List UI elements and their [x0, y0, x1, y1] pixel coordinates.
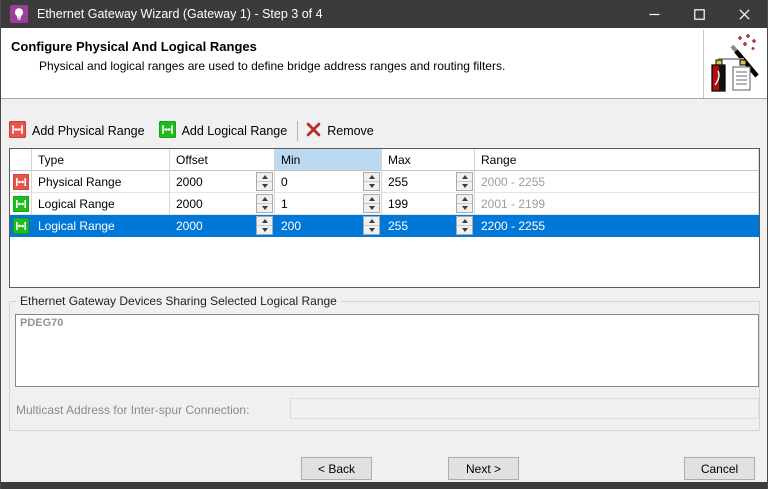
page-title: Configure Physical And Logical Ranges	[11, 39, 257, 54]
spin-down-button[interactable]	[257, 226, 272, 234]
table-row[interactable]: Logical Range 2000 1 199 2001 - 2199	[10, 193, 759, 215]
physical-range-icon	[10, 171, 32, 193]
header-max[interactable]: Max	[382, 149, 475, 171]
maximize-button[interactable]	[677, 0, 722, 28]
magic-wand-icon	[703, 30, 763, 98]
add-logical-range-label: Add Logical Range	[181, 124, 288, 138]
max-spinner	[456, 172, 473, 191]
spin-down-button[interactable]	[457, 204, 472, 212]
offset-value: 2000	[176, 218, 203, 233]
devices-list[interactable]: PDEG70	[15, 314, 759, 387]
wizard-page-header: Configure Physical And Logical Ranges Ph…	[1, 28, 767, 99]
spin-up-button[interactable]	[457, 195, 472, 204]
spin-up-button[interactable]	[364, 173, 379, 182]
table-header-row: Type Offset Min Max Range	[10, 149, 759, 171]
close-button[interactable]	[722, 0, 767, 28]
type-cell: Logical Range	[32, 215, 170, 237]
range-toolbar: Add Physical Range Add Logical Range Rem…	[1, 114, 767, 148]
min-value: 0	[281, 174, 288, 189]
header-icon-column[interactable]	[10, 149, 32, 171]
min-cell[interactable]: 0	[275, 171, 382, 193]
header-type[interactable]: Type	[32, 149, 170, 171]
offset-cell[interactable]: 2000	[170, 171, 275, 193]
table-row[interactable]: Physical Range 2000 0 255 2000 - 2255	[10, 171, 759, 193]
max-cell[interactable]: 199	[382, 193, 475, 215]
logical-range-icon	[10, 215, 32, 237]
devices-groupbox: Ethernet Gateway Devices Sharing Selecte…	[9, 294, 760, 431]
header-range[interactable]: Range	[475, 149, 759, 171]
spin-up-button[interactable]	[257, 217, 272, 226]
spin-down-button[interactable]	[257, 204, 272, 212]
min-spinner	[363, 194, 380, 213]
toolbar-separator	[297, 121, 299, 141]
spin-down-button[interactable]	[364, 226, 379, 234]
window-title: Ethernet Gateway Wizard (Gateway 1) - St…	[37, 7, 323, 21]
max-spinner	[456, 216, 473, 235]
offset-value: 2000	[176, 196, 203, 211]
range-cell: 2001 - 2199	[481, 196, 546, 211]
max-cell[interactable]: 255	[382, 171, 475, 193]
min-spinner	[363, 172, 380, 191]
spin-down-button[interactable]	[364, 182, 379, 190]
physical-range-icon	[8, 120, 27, 141]
spin-down-button[interactable]	[457, 182, 472, 190]
multicast-address-label: Multicast Address for Inter-spur Connect…	[16, 403, 250, 417]
add-physical-range-button[interactable]: Add Physical Range	[8, 118, 151, 144]
window-bottom-border	[1, 482, 767, 489]
next-button[interactable]: Next >	[448, 457, 519, 480]
min-cell[interactable]: 1	[275, 193, 382, 215]
header-offset[interactable]: Offset	[170, 149, 275, 171]
min-value: 1	[281, 196, 288, 211]
spin-down-button[interactable]	[364, 204, 379, 212]
wizard-window: Ethernet Gateway Wizard (Gateway 1) - St…	[0, 0, 768, 489]
logical-range-icon	[10, 193, 32, 215]
max-spinner	[456, 194, 473, 213]
offset-value: 2000	[176, 174, 203, 189]
add-logical-range-button[interactable]: Add Logical Range	[158, 118, 294, 144]
header-min[interactable]: Min	[275, 149, 382, 171]
offset-spinner	[256, 194, 273, 213]
range-cell: 2200 - 2255	[481, 218, 546, 233]
spin-down-button[interactable]	[457, 226, 472, 234]
remove-button[interactable]: Remove	[306, 119, 380, 143]
offset-spinner	[256, 172, 273, 191]
max-cell[interactable]: 255	[382, 215, 475, 237]
range-cell: 2000 - 2255	[481, 174, 546, 189]
multicast-address-field	[290, 398, 759, 419]
cancel-button[interactable]: Cancel	[684, 457, 755, 480]
spin-up-button[interactable]	[457, 173, 472, 182]
type-cell: Logical Range	[32, 193, 170, 215]
max-value: 255	[388, 218, 409, 233]
min-spinner	[363, 216, 380, 235]
type-cell: Physical Range	[32, 171, 170, 193]
logical-range-icon	[158, 120, 177, 141]
max-value: 199	[388, 196, 409, 211]
spin-up-button[interactable]	[364, 217, 379, 226]
min-cell[interactable]: 200	[275, 215, 382, 237]
ranges-table: Type Offset Min Max Range Physical Range…	[9, 148, 760, 288]
remove-x-icon	[306, 122, 321, 140]
remove-label: Remove	[327, 124, 374, 138]
minimize-button[interactable]	[632, 0, 677, 28]
offset-spinner	[256, 216, 273, 235]
max-value: 255	[388, 174, 409, 189]
min-value: 200	[281, 218, 302, 233]
table-row-selected[interactable]: Logical Range 2000 200 255 2200 - 2255	[10, 215, 759, 237]
offset-cell[interactable]: 2000	[170, 215, 275, 237]
spin-up-button[interactable]	[457, 217, 472, 226]
offset-cell[interactable]: 2000	[170, 193, 275, 215]
app-lightbulb-icon	[10, 5, 28, 23]
titlebar: Ethernet Gateway Wizard (Gateway 1) - St…	[1, 0, 767, 28]
spin-up-button[interactable]	[257, 173, 272, 182]
back-button[interactable]: < Back	[301, 457, 372, 480]
spin-down-button[interactable]	[257, 182, 272, 190]
page-description: Physical and logical ranges are used to …	[39, 59, 506, 73]
window-controls	[632, 0, 767, 28]
spin-up-button[interactable]	[364, 195, 379, 204]
spin-up-button[interactable]	[257, 195, 272, 204]
groupbox-label: Ethernet Gateway Devices Sharing Selecte…	[16, 294, 341, 308]
add-physical-range-label: Add Physical Range	[32, 124, 145, 138]
